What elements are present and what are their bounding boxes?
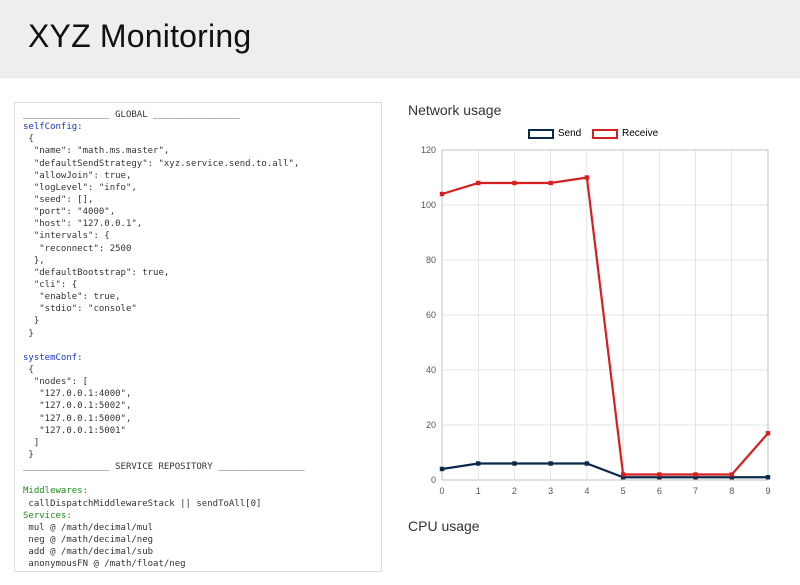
svg-text:4: 4 bbox=[584, 486, 589, 496]
svg-text:60: 60 bbox=[426, 310, 436, 320]
svg-text:40: 40 bbox=[426, 365, 436, 375]
services-body: mul @ /math/decimal/mul neg @ /math/deci… bbox=[23, 523, 186, 569]
content-area: ________________ GLOBAL ________________… bbox=[0, 78, 800, 572]
global-header: ________________ GLOBAL ________________ bbox=[23, 110, 240, 120]
chart-legend: Send Receive bbox=[408, 124, 778, 144]
svg-text:1: 1 bbox=[476, 486, 481, 496]
legend-send-label: Send bbox=[558, 128, 581, 139]
svg-text:0: 0 bbox=[439, 486, 444, 496]
svg-text:3: 3 bbox=[548, 486, 553, 496]
selfconfig-label: selfConfig: bbox=[23, 122, 83, 132]
selfconfig-body: { "name": "math.ms.master", "defaultSend… bbox=[23, 134, 299, 338]
svg-text:100: 100 bbox=[421, 200, 436, 210]
services-label: Services: bbox=[23, 511, 72, 521]
repo-header: ________________ SERVICE REPOSITORY ____… bbox=[23, 462, 305, 472]
config-dump-panel: ________________ GLOBAL ________________… bbox=[14, 102, 382, 572]
svg-text:7: 7 bbox=[693, 486, 698, 496]
middlewares-label: Middlewares: bbox=[23, 486, 88, 496]
page-title: XYZ Monitoring bbox=[28, 18, 772, 55]
svg-text:0: 0 bbox=[431, 475, 436, 485]
svg-text:80: 80 bbox=[426, 255, 436, 265]
charts-panel: Network usage Send Receive 0204060801001… bbox=[408, 102, 788, 572]
middlewares-body: callDispatchMiddlewareStack || sendToAll… bbox=[23, 499, 261, 509]
legend-receive: Receive bbox=[592, 128, 658, 139]
svg-text:120: 120 bbox=[421, 145, 436, 155]
legend-swatch-send-icon bbox=[528, 129, 554, 139]
legend-swatch-receive-icon bbox=[592, 129, 618, 139]
network-usage-chart: Send Receive 0 20 40 60 80 100 120 0 1 2 3 4 5 6 7 8 9 bbox=[408, 124, 778, 504]
systemconf-body: { "nodes": [ "127.0.0.1:4000", "127.0.0.… bbox=[23, 365, 131, 460]
svg-text:9: 9 bbox=[765, 486, 770, 496]
svg-text:8: 8 bbox=[729, 486, 734, 496]
svg-text:5: 5 bbox=[621, 486, 626, 496]
legend-send: Send bbox=[528, 128, 581, 139]
cpu-usage-title: CPU usage bbox=[408, 518, 788, 534]
svg-text:2: 2 bbox=[512, 486, 517, 496]
network-chart-svg: 0 20 40 60 80 100 120 0 1 2 3 4 5 6 7 8 9 bbox=[408, 144, 778, 504]
page-header: XYZ Monitoring bbox=[0, 0, 800, 78]
network-usage-title: Network usage bbox=[408, 102, 788, 118]
svg-text:6: 6 bbox=[657, 486, 662, 496]
svg-text:20: 20 bbox=[426, 420, 436, 430]
legend-receive-label: Receive bbox=[622, 128, 658, 139]
systemconf-label: systemConf: bbox=[23, 353, 83, 363]
